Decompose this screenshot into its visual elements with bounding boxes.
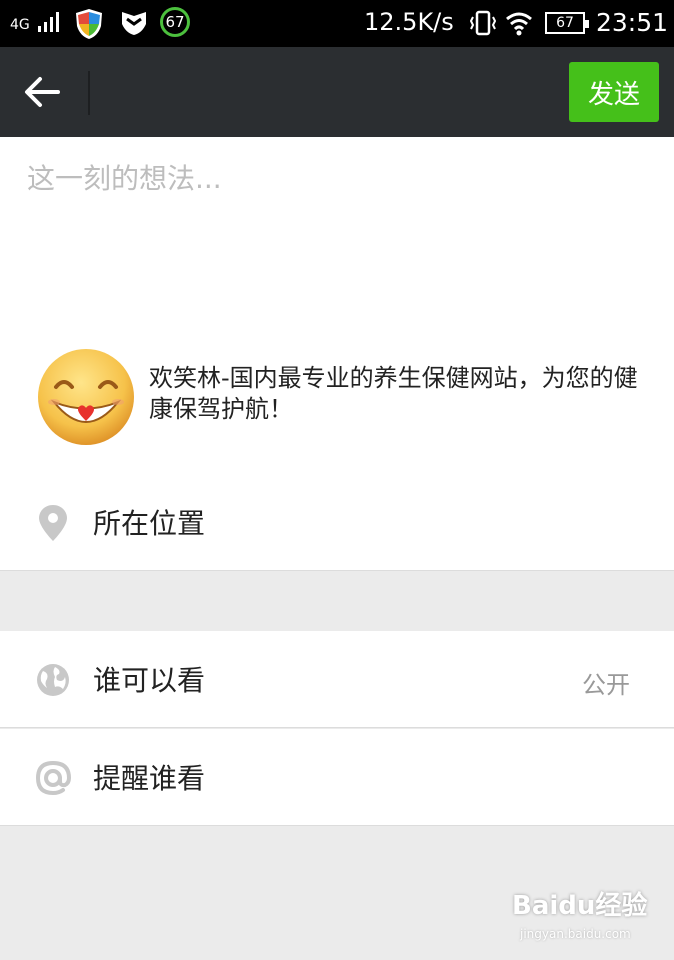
smiley-icon bbox=[38, 349, 134, 445]
remind-label: 提醒谁看 bbox=[93, 762, 206, 795]
shared-link-card[interactable]: 欢笑林-国内最专业的养生保健网站，为您的健康保驾护航！ bbox=[36, 347, 646, 447]
vibrate-icon bbox=[470, 10, 496, 36]
location-pin-icon bbox=[39, 505, 67, 541]
shared-link-title: 欢笑林-国内最专业的养生保健网站，为您的健康保驾护航！ bbox=[149, 364, 638, 423]
globe-icon bbox=[37, 664, 69, 696]
wifi-icon bbox=[506, 12, 532, 36]
guard-icon bbox=[122, 12, 146, 35]
visibility-option[interactable]: 谁可以看 公开 bbox=[0, 631, 674, 728]
network-type: 4G bbox=[10, 17, 30, 33]
thought-input[interactable]: 这一刻的想法... bbox=[27, 157, 222, 197]
security-shield-icon bbox=[76, 9, 102, 39]
status-bar: 4G 67 12.5K/s 67 23:51 bbox=[0, 0, 674, 47]
battery-saver-badge: 67 bbox=[160, 7, 190, 37]
arrow-left-icon[interactable] bbox=[22, 74, 62, 110]
visibility-label: 谁可以看 bbox=[93, 664, 206, 697]
baidu-watermark: Baidu经验 jingyan.baidu.com bbox=[512, 885, 662, 945]
remind-option[interactable]: 提醒谁看 bbox=[0, 729, 674, 826]
visibility-value: 公开 bbox=[582, 671, 630, 699]
toolbar-divider bbox=[88, 71, 90, 115]
status-time: 23:51 bbox=[596, 8, 669, 37]
location-option[interactable]: 所在位置 bbox=[0, 474, 674, 571]
battery-icon: 67 bbox=[545, 12, 589, 34]
signal-icon: 4G bbox=[10, 10, 60, 36]
watermark-brand: Baidu经验 bbox=[512, 891, 648, 921]
network-speed: 12.5K/s bbox=[364, 8, 454, 36]
send-button[interactable]: 发送 bbox=[569, 62, 659, 122]
location-label: 所在位置 bbox=[93, 507, 206, 540]
top-toolbar: 发送 bbox=[0, 47, 674, 137]
watermark-url: jingyan.baidu.com bbox=[520, 927, 631, 941]
at-icon bbox=[35, 760, 71, 796]
